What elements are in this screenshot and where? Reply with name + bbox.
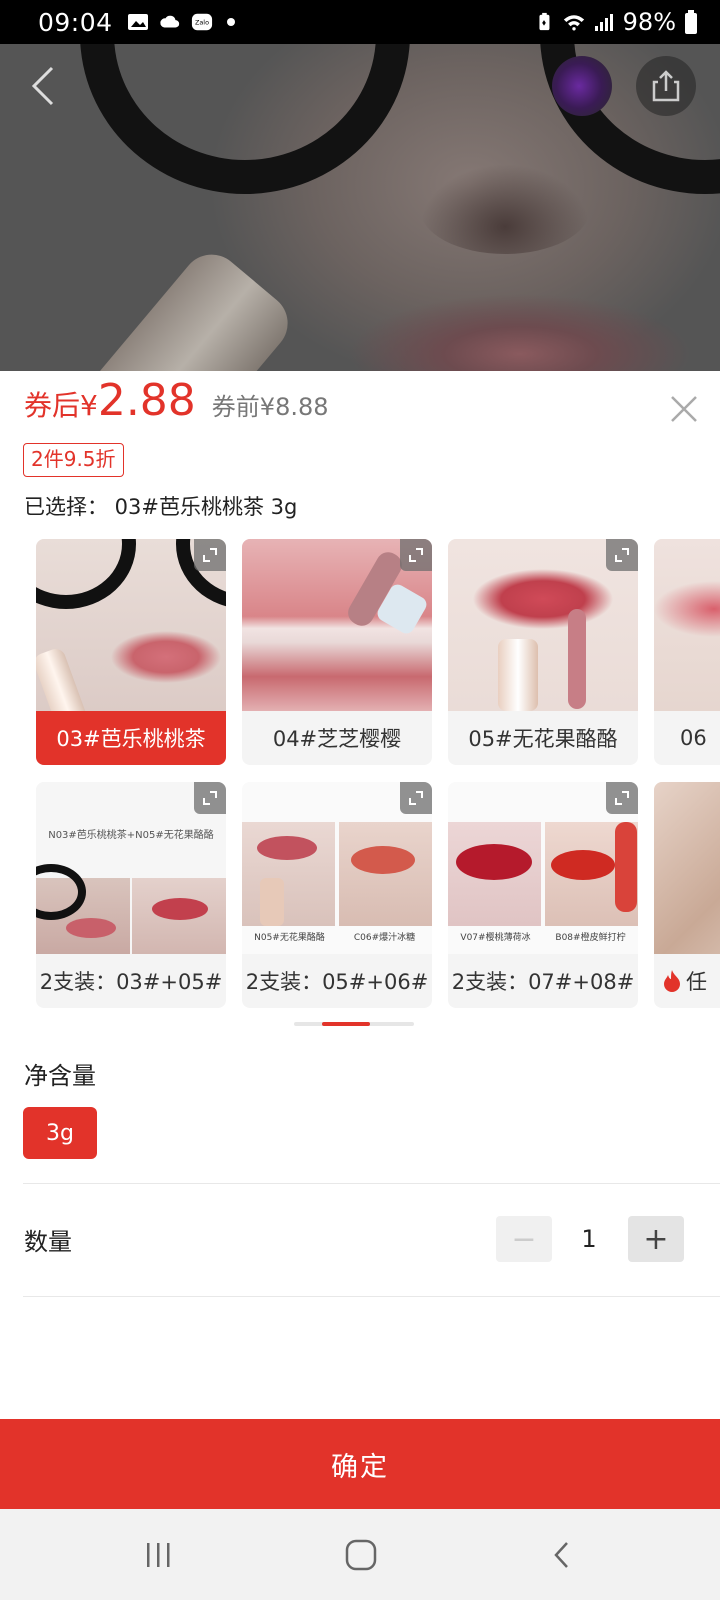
image-icon xyxy=(127,14,148,30)
variant-label: 2支装：07#+08# xyxy=(451,970,635,994)
price-row: 券后¥ 2.88 券前¥8.88 xyxy=(24,375,329,426)
variant-card[interactable]: V07#樱桃薄荷冰 B08#橙皮鲜打柠 2支装：07#+08# xyxy=(448,782,638,1008)
variant-label: 03#芭乐桃桃茶 xyxy=(36,711,226,765)
zalo-icon: Zalo xyxy=(191,13,212,31)
grid-scroll-indicator xyxy=(294,1022,414,1026)
avatar[interactable] xyxy=(552,56,612,116)
expand-icon[interactable] xyxy=(400,539,432,571)
close-icon[interactable] xyxy=(668,393,700,425)
quantity-value[interactable]: 1 xyxy=(552,1216,626,1262)
quantity-title: 数量 xyxy=(24,1228,72,1256)
system-nav-bar xyxy=(0,1509,720,1600)
grid-scroll-thumb xyxy=(322,1022,370,1026)
divider xyxy=(23,1183,720,1184)
variant-image-caption-left: V07#樱桃薄荷冰 xyxy=(460,933,531,943)
expand-icon[interactable] xyxy=(194,782,226,814)
divider xyxy=(23,1296,720,1297)
home-icon xyxy=(345,1539,377,1571)
dot-icon xyxy=(226,18,235,26)
hero-face-shading xyxy=(420,164,590,254)
fire-icon xyxy=(664,970,680,992)
chevron-left-icon[interactable] xyxy=(20,62,68,110)
promo-badge: 2件9.5折 xyxy=(23,443,124,477)
variant-label: 2支装：05#+06# xyxy=(245,970,429,994)
price-prefix: 券后¥ xyxy=(24,389,98,422)
sku-selector-sheet: 券后¥ 2.88 券前¥8.88 2件9.5折 已选择： 03#芭乐桃桃茶 3g… xyxy=(0,371,720,1512)
variant-label-wrap: 任 xyxy=(654,954,720,1008)
expand-icon[interactable] xyxy=(606,539,638,571)
back-icon xyxy=(554,1542,568,1568)
status-right: 98% xyxy=(533,8,698,36)
variant-card[interactable]: 04#芝芝樱樱 xyxy=(242,539,432,765)
share-icon xyxy=(652,70,680,102)
original-price: 券前¥8.88 xyxy=(211,393,329,421)
share-button[interactable] xyxy=(636,56,696,116)
variant-card[interactable]: 05#无花果酪酪 xyxy=(448,539,638,765)
expand-icon[interactable] xyxy=(400,782,432,814)
variant-card[interactable]: 任 xyxy=(654,782,720,1008)
variant-label: 任 xyxy=(686,970,707,994)
wifi-icon xyxy=(563,15,584,31)
home-button[interactable] xyxy=(341,1535,381,1575)
quantity-increment-button[interactable]: + xyxy=(628,1216,684,1262)
variant-label: 04#芝芝樱樱 xyxy=(272,727,402,751)
back-button[interactable] xyxy=(542,1535,582,1575)
quantity-decrement-button[interactable]: − xyxy=(496,1216,552,1262)
hero-glasses-shape xyxy=(80,44,410,194)
cloud-icon xyxy=(159,15,179,28)
confirm-button[interactable]: 确定 xyxy=(0,1419,720,1509)
recent-apps-button[interactable] xyxy=(138,1535,178,1575)
battery-saver-icon xyxy=(539,12,550,31)
price-value: 2.88 xyxy=(97,375,196,426)
net-content-title: 净含量 xyxy=(24,1062,96,1090)
variant-image-caption: N03#芭乐桃桃茶+N05#无花果酪酪 xyxy=(48,830,214,841)
size-option-3g[interactable]: 3g xyxy=(23,1107,97,1159)
selected-variant-text: 已选择： 03#芭乐桃桃茶 3g xyxy=(24,495,298,519)
status-left-icons: Zalo xyxy=(127,12,245,32)
battery-icon xyxy=(685,10,697,34)
variant-image xyxy=(654,782,720,954)
variant-card[interactable]: N05#无花果酪酪 C06#爆汁冰糖 2支装：05#+06# xyxy=(242,782,432,1008)
variant-card[interactable]: N03#芭乐桃桃茶+N05#无花果酪酪 2支装：03#+05# xyxy=(36,782,226,1008)
variant-label: 2支装：03#+05# xyxy=(39,970,223,994)
battery-percent: 98% xyxy=(622,8,676,36)
variant-image xyxy=(654,539,720,711)
hero-lipstick-tube xyxy=(60,242,300,371)
expand-icon[interactable] xyxy=(606,782,638,814)
variant-image-caption-left: N05#无花果酪酪 xyxy=(254,933,325,943)
signal-icon xyxy=(594,14,613,31)
variant-label: 06 xyxy=(680,726,707,750)
svg-text:Zalo: Zalo xyxy=(195,19,209,27)
variant-label: 05#无花果酪酪 xyxy=(468,727,618,751)
variant-image-caption-right: C06#爆汁冰糖 xyxy=(353,933,416,943)
variant-card[interactable]: 06 xyxy=(654,539,720,765)
variant-grid: 03#芭乐桃桃茶 04#芝芝樱樱 05#无花果酪酪 06 N03#芭乐桃桃茶+N… xyxy=(36,539,720,1011)
expand-icon[interactable] xyxy=(194,539,226,571)
product-hero-image xyxy=(0,44,720,371)
status-time: 09:04 xyxy=(38,7,113,37)
recent-apps-icon xyxy=(147,1543,170,1567)
status-bar: 09:04 Zalo 98% xyxy=(0,0,720,44)
variant-card[interactable]: 03#芭乐桃桃茶 xyxy=(36,539,226,765)
variant-image-caption-right: B08#橙皮鲜打柠 xyxy=(555,933,626,943)
